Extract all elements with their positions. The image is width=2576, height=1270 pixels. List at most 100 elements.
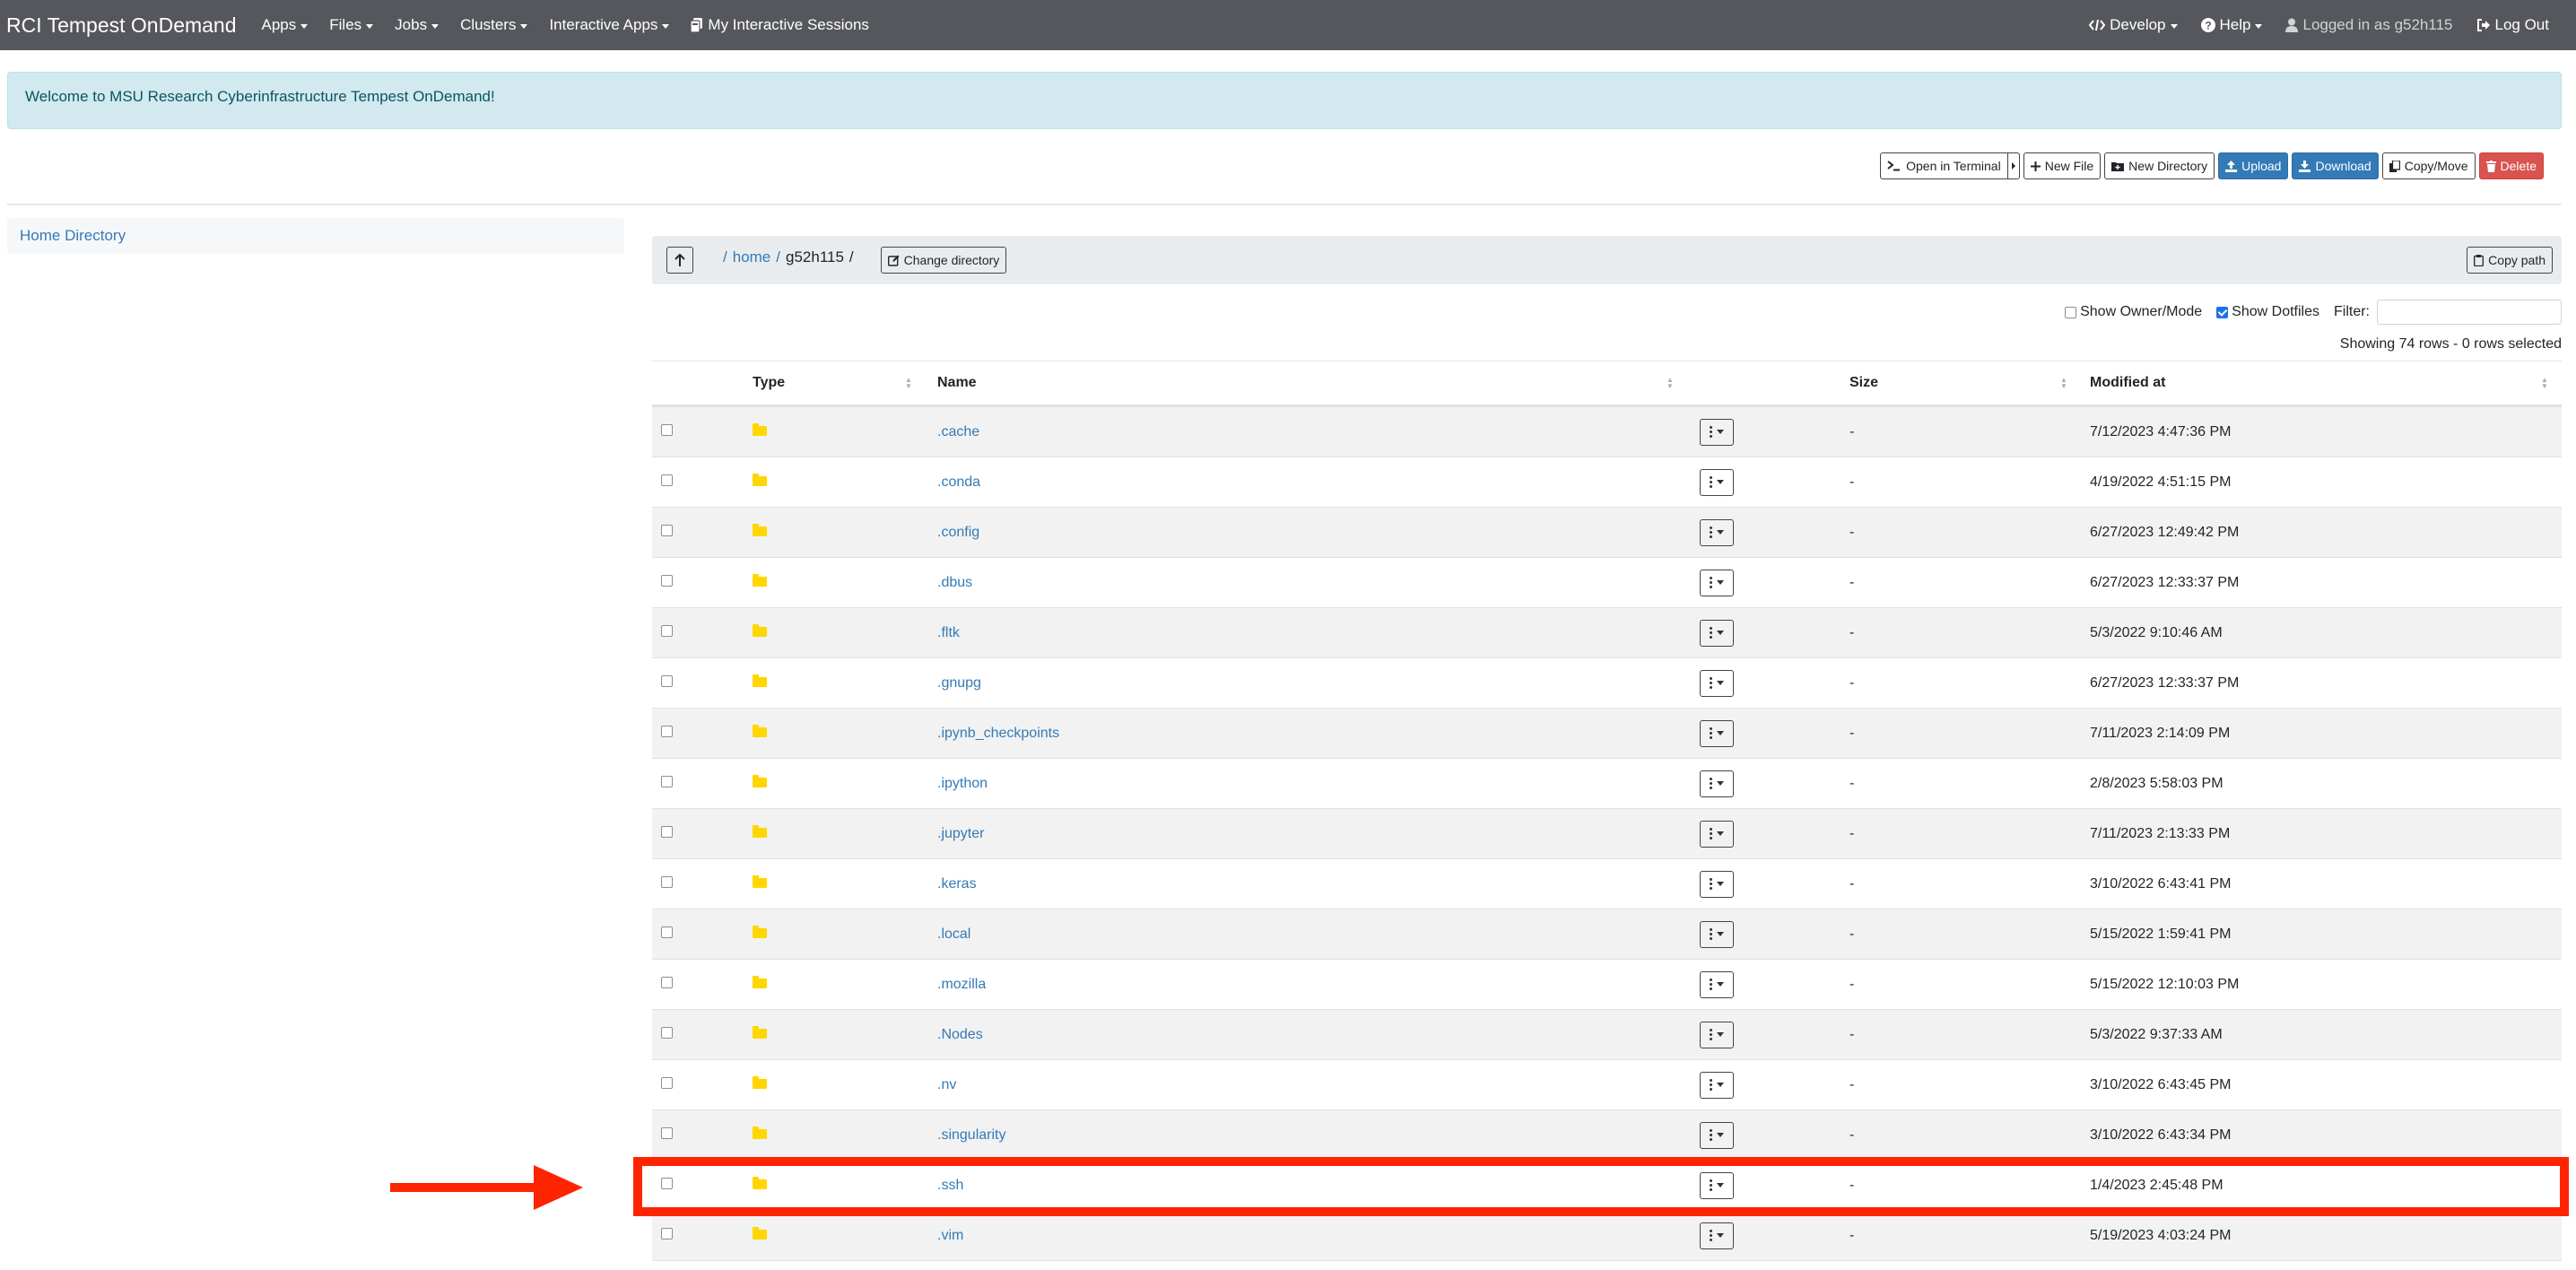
row-select-checkbox[interactable] [661, 1177, 676, 1194]
sort-icon[interactable]: ▲ ▼ [905, 377, 912, 390]
table-row[interactable]: .dbus - 6/27/2023 12:33:37 PM [652, 558, 2562, 608]
copy-move-button[interactable]: Copy/Move [2381, 152, 2476, 179]
sort-icon[interactable]: ▲ ▼ [2060, 377, 2067, 390]
row-actions-dropdown[interactable] [1700, 719, 1734, 747]
file-name-link[interactable]: .conda [937, 474, 980, 491]
file-name-link[interactable]: .dbus [937, 575, 972, 591]
go-up-button[interactable] [666, 247, 693, 274]
file-name-link[interactable]: .config [937, 525, 979, 541]
row-select-checkbox[interactable] [661, 976, 676, 993]
row-actions-dropdown[interactable] [1700, 518, 1734, 546]
sort-icon[interactable]: ▲ ▼ [2541, 377, 2548, 390]
file-name-link[interactable]: .nv [937, 1077, 956, 1093]
row-select-checkbox[interactable] [661, 1026, 676, 1043]
row-actions-dropdown[interactable] [1700, 820, 1734, 848]
table-row[interactable]: .singularity - 3/10/2022 6:43:34 PM [652, 1110, 2562, 1161]
row-select-checkbox[interactable] [661, 825, 676, 842]
copy-path-button[interactable]: Copy path [2467, 247, 2553, 274]
nav-clusters[interactable]: Clusters [460, 16, 528, 34]
sidebar-item-home-directory[interactable]: Home Directory [20, 227, 126, 245]
table-row[interactable]: .Nodes - 5/3/2022 9:37:33 AM [652, 1010, 2562, 1060]
nav-files[interactable]: Files [329, 16, 374, 34]
terminal-dropdown-toggle[interactable] [2006, 152, 2020, 179]
row-actions-dropdown[interactable] [1700, 920, 1734, 948]
table-row[interactable]: .local - 5/15/2022 1:59:41 PM [652, 909, 2562, 960]
table-row[interactable]: .config - 6/27/2023 12:49:42 PM [652, 508, 2562, 558]
table-row[interactable]: .vim - 5/19/2023 4:03:24 PM [652, 1211, 2562, 1261]
change-directory-button[interactable]: Change directory [880, 247, 1007, 274]
row-select-checkbox[interactable] [661, 926, 676, 943]
delete-button[interactable]: Delete [2478, 152, 2544, 179]
row-select-checkbox[interactable] [661, 674, 676, 692]
show-dotfiles-checkbox[interactable] [2216, 306, 2229, 318]
file-name-link[interactable]: .vim [937, 1228, 963, 1244]
row-select-checkbox[interactable] [661, 423, 676, 440]
nav-my-interactive-sessions[interactable]: My Interactive Sessions [691, 16, 869, 34]
file-name-link[interactable]: .fltk [937, 625, 960, 641]
show-owner-mode-checkbox[interactable] [2065, 306, 2077, 318]
row-actions-dropdown[interactable] [1700, 1071, 1734, 1099]
column-header-size[interactable]: Size [1849, 375, 1878, 391]
row-select-checkbox[interactable] [661, 524, 676, 541]
row-actions-dropdown[interactable] [1700, 1121, 1734, 1149]
row-actions-dropdown[interactable] [1700, 770, 1734, 797]
nav-apps[interactable]: Apps [262, 16, 309, 34]
table-row[interactable]: .conda - 4/19/2022 4:51:15 PM [652, 457, 2562, 508]
row-actions-dropdown[interactable] [1700, 569, 1734, 596]
new-file-button[interactable]: New File [2023, 152, 2102, 179]
file-name-link[interactable]: .local [937, 926, 970, 943]
new-directory-button[interactable]: New Directory [2104, 152, 2215, 179]
nav-help[interactable]: ? Help [2200, 16, 2263, 34]
file-name-link[interactable]: .jupyter [937, 826, 984, 842]
show-dotfiles-toggle[interactable]: Show Dotfiles [2216, 304, 2319, 320]
table-row[interactable]: .nv - 3/10/2022 6:43:45 PM [652, 1060, 2562, 1110]
sort-icon[interactable]: ▲ ▼ [1667, 377, 1674, 390]
nav-interactive-apps[interactable]: Interactive Apps [549, 16, 670, 34]
breadcrumb-home[interactable]: home [733, 248, 771, 266]
row-actions-dropdown[interactable] [1700, 669, 1734, 697]
download-button[interactable]: Download [2292, 152, 2379, 179]
row-actions-dropdown[interactable] [1700, 1171, 1734, 1199]
column-header-name[interactable]: Name [937, 375, 977, 391]
table-row[interactable]: .jupyter - 7/11/2023 2:13:33 PM [652, 809, 2562, 859]
table-row[interactable]: .cache - 7/12/2023 4:47:36 PM [652, 407, 2562, 457]
row-select-checkbox[interactable] [661, 1126, 676, 1144]
file-name-link[interactable]: .gnupg [937, 675, 981, 692]
row-actions-dropdown[interactable] [1700, 468, 1734, 496]
file-name-link[interactable]: .singularity [937, 1127, 1005, 1144]
brand-link[interactable]: RCI Tempest OnDemand [6, 13, 237, 38]
open-in-terminal-button[interactable]: Open in Terminal [1880, 152, 2008, 179]
column-header-modified[interactable]: Modified at [2090, 375, 2165, 391]
column-header-type[interactable]: Type [753, 375, 785, 391]
row-select-checkbox[interactable] [661, 1227, 676, 1244]
file-name-link[interactable]: .keras [937, 876, 977, 892]
show-owner-mode-toggle[interactable]: Show Owner/Mode [2065, 304, 2202, 320]
row-select-checkbox[interactable] [661, 624, 676, 641]
row-actions-dropdown[interactable] [1700, 1021, 1734, 1048]
table-row[interactable]: .ipynb_checkpoints - 7/11/2023 2:14:09 PM [652, 709, 2562, 759]
row-actions-dropdown[interactable] [1700, 1222, 1734, 1249]
upload-button[interactable]: Upload [2218, 152, 2289, 179]
file-name-link[interactable]: .ssh [937, 1178, 963, 1194]
row-select-checkbox[interactable] [661, 474, 676, 491]
row-select-checkbox[interactable] [661, 875, 676, 892]
filter-input[interactable] [2377, 300, 2562, 325]
row-actions-dropdown[interactable] [1700, 619, 1734, 647]
table-row[interactable]: .mozilla - 5/15/2022 12:10:03 PM [652, 960, 2562, 1010]
file-name-link[interactable]: .ipynb_checkpoints [937, 726, 1059, 742]
table-row[interactable]: .ssh - 1/4/2023 2:45:48 PM [652, 1161, 2562, 1211]
row-actions-dropdown[interactable] [1700, 418, 1734, 446]
row-select-checkbox[interactable] [661, 725, 676, 742]
file-name-link[interactable]: .mozilla [937, 977, 986, 993]
file-name-link[interactable]: .Nodes [937, 1027, 983, 1043]
nav-develop[interactable]: Develop [2089, 16, 2178, 34]
row-actions-dropdown[interactable] [1700, 870, 1734, 898]
table-row[interactable]: .fltk - 5/3/2022 9:10:46 AM [652, 608, 2562, 658]
table-row[interactable]: .gnupg - 6/27/2023 12:33:37 PM [652, 658, 2562, 709]
file-name-link[interactable]: .cache [937, 424, 979, 440]
file-name-link[interactable]: .ipython [937, 776, 988, 792]
row-select-checkbox[interactable] [661, 775, 676, 792]
nav-jobs[interactable]: Jobs [395, 16, 439, 34]
row-actions-dropdown[interactable] [1700, 970, 1734, 998]
table-row[interactable]: .ipython - 2/8/2023 5:58:03 PM [652, 759, 2562, 809]
